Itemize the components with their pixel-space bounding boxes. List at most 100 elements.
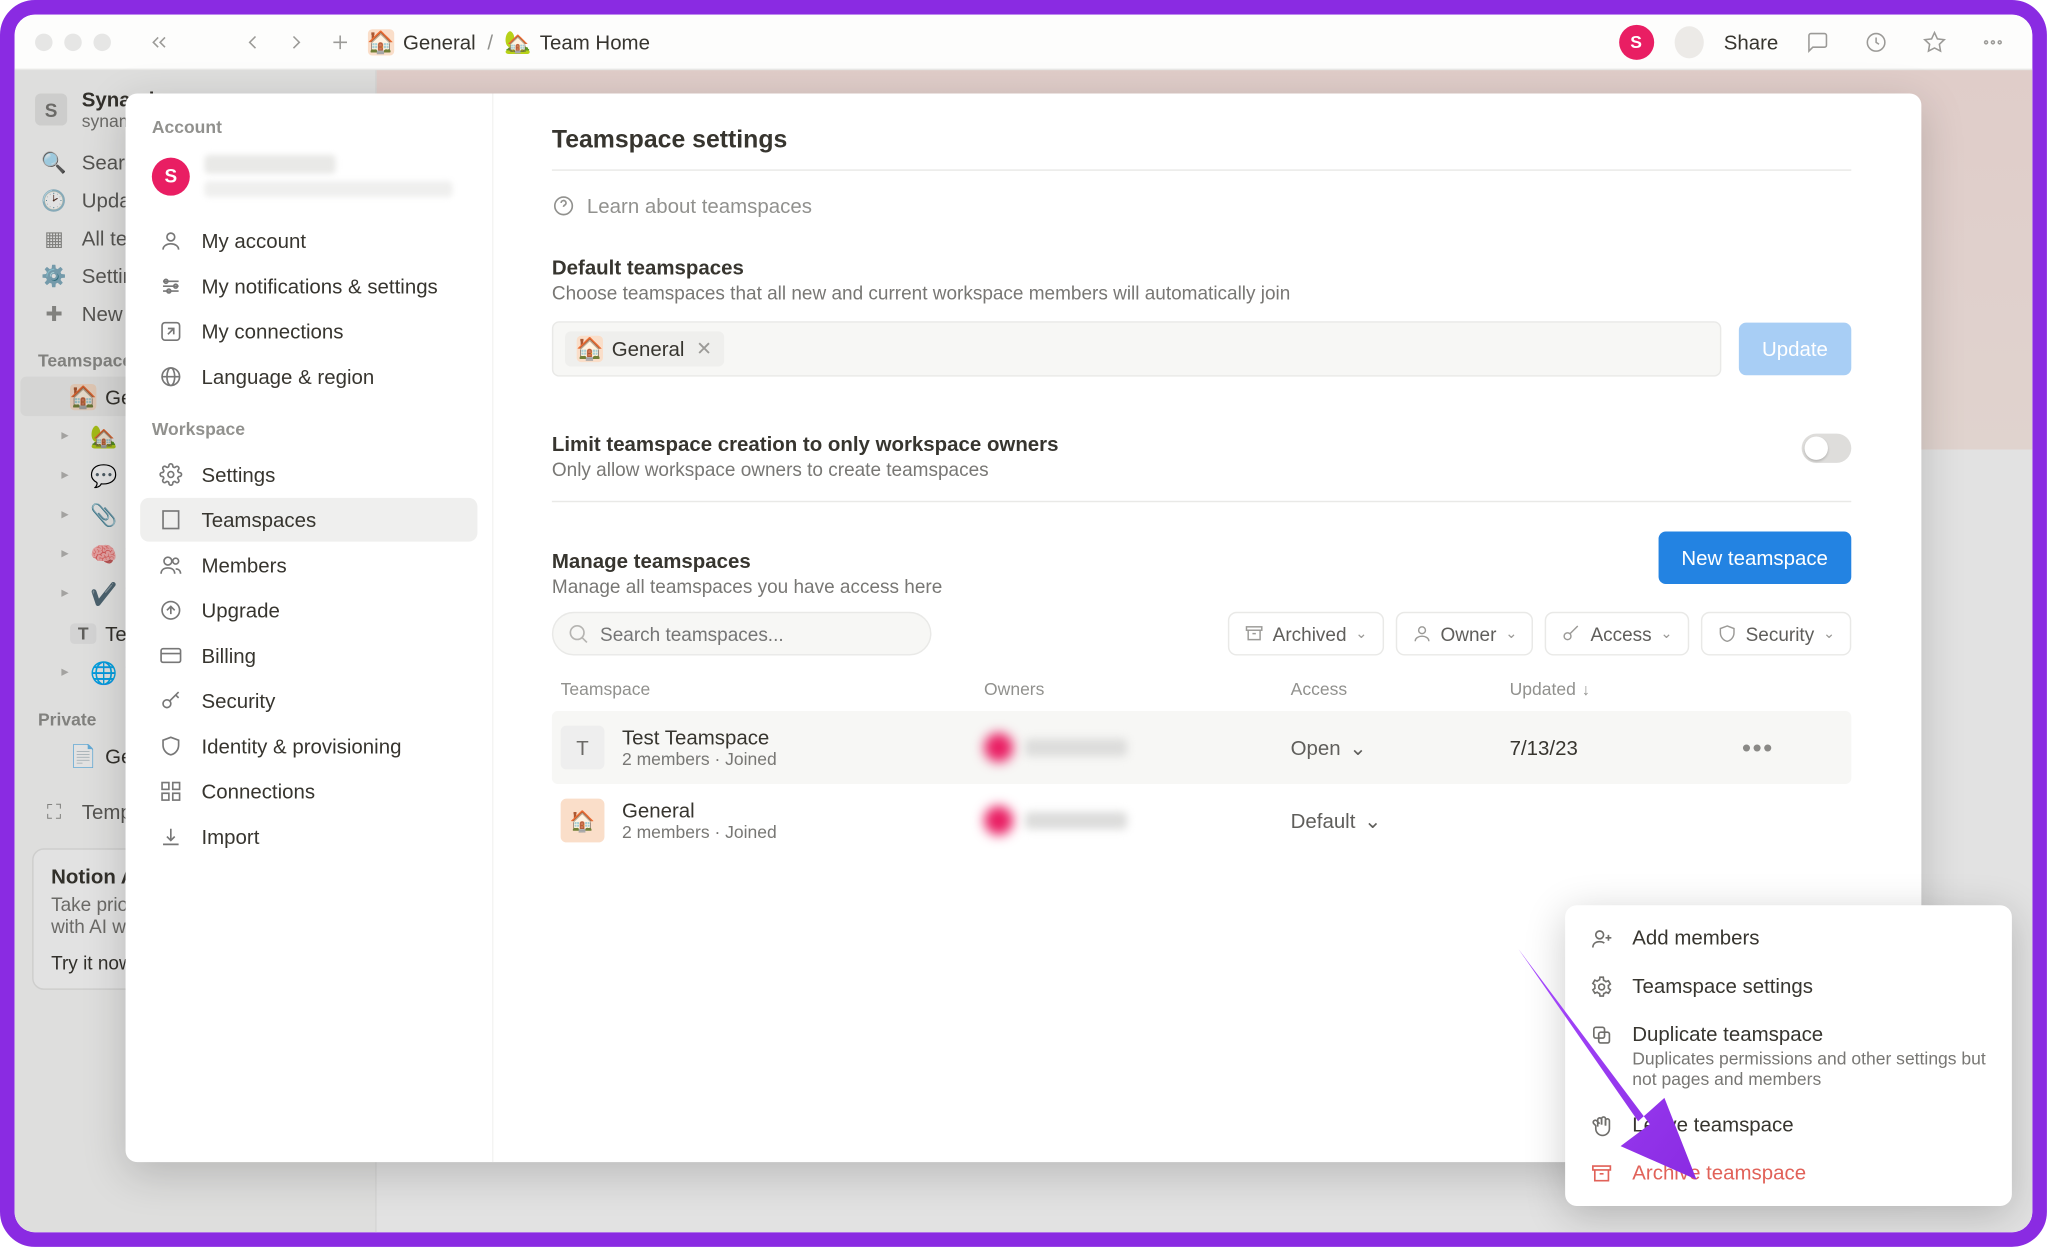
house-icon: 🏡 (505, 28, 531, 54)
chevron-down-icon: ⌄ (1349, 735, 1366, 760)
filter-security[interactable]: Security⌄ (1700, 612, 1851, 656)
modal-section-workspace: Workspace (137, 419, 480, 451)
gear-icon (158, 461, 184, 487)
teamspace-avatar: T (561, 726, 605, 770)
nav-members[interactable]: Members (140, 543, 477, 587)
archive-icon (1243, 623, 1263, 643)
filter-archived[interactable]: Archived⌄ (1227, 612, 1383, 656)
nav-settings[interactable]: Settings (140, 453, 477, 497)
col-owners[interactable]: Owners (984, 679, 1291, 699)
col-updated[interactable]: Updated↓ (1510, 679, 1729, 699)
chevron-down-icon: ⌄ (1364, 808, 1381, 833)
nav-teamspaces[interactable]: Teamspaces (140, 498, 477, 542)
modal-section-account: Account (137, 117, 480, 149)
manage-teamspaces-title: Manage teamspaces (552, 549, 942, 572)
archive-icon (1588, 1162, 1614, 1185)
sidebar-collapse-icon[interactable] (140, 23, 178, 61)
arrow-up-icon (158, 597, 184, 623)
help-icon (552, 194, 575, 217)
key-icon (158, 688, 184, 714)
person-icon (1411, 623, 1431, 643)
updated-date: 7/13/23 (1510, 736, 1729, 759)
close-dot[interactable] (35, 33, 53, 51)
access-dropdown[interactable]: Open⌄ (1291, 735, 1510, 760)
updates-icon[interactable] (1857, 23, 1895, 61)
page-title: Teamspace settings (552, 126, 1851, 155)
zoom-dot[interactable] (93, 33, 111, 51)
breadcrumb[interactable]: 🏠 General / 🏡 Team Home (368, 28, 650, 54)
owner-redacted (984, 806, 1291, 835)
nav-identity[interactable]: Identity & provisioning (140, 724, 477, 768)
filter-access[interactable]: Access⌄ (1545, 612, 1689, 656)
new-tab-icon[interactable] (324, 23, 356, 61)
default-teamspaces-title: Default teamspaces (552, 256, 1851, 279)
presence-avatar (1674, 26, 1703, 58)
nav-billing[interactable]: Billing (140, 634, 477, 678)
teamspace-avatar: 🏠 (561, 799, 605, 843)
nav-security[interactable]: Security (140, 679, 477, 723)
ctx-duplicate[interactable]: Duplicate teamspace Duplicates permissio… (1574, 1010, 2003, 1101)
table-row[interactable]: T Test Teamspace 2 members · Joined Open… (552, 711, 1851, 784)
copy-icon (1588, 1023, 1614, 1046)
access-dropdown[interactable]: Default⌄ (1291, 808, 1510, 833)
default-teamspaces-sub: Choose teamspaces that all new and curre… (552, 282, 1851, 304)
limit-creation-sub: Only allow workspace owners to create te… (552, 458, 1059, 480)
filter-owner[interactable]: Owner⌄ (1395, 612, 1533, 656)
nav-connections[interactable]: Connections (140, 769, 477, 813)
add-person-icon (1588, 927, 1614, 950)
breadcrumb-team-home[interactable]: Team Home (540, 30, 650, 53)
download-icon (158, 823, 184, 849)
nav-upgrade[interactable]: Upgrade (140, 588, 477, 632)
traffic-lights[interactable] (35, 33, 111, 51)
col-access[interactable]: Access (1291, 679, 1510, 699)
home-icon: 🏠 (368, 28, 394, 54)
modal-sidebar: Account S My account My notifications & … (126, 93, 494, 1162)
grid-icon (158, 778, 184, 804)
account-profile[interactable]: S (137, 149, 480, 218)
avatar[interactable]: S (1619, 24, 1654, 59)
teamspace-sub: 2 members · Joined (622, 822, 777, 842)
manage-teamspaces-sub: Manage all teamspaces you have access he… (552, 575, 942, 597)
nav-forward-icon[interactable] (280, 23, 312, 61)
row-more-button[interactable]: ••• (1729, 734, 1787, 760)
update-button[interactable]: Update (1739, 323, 1852, 376)
learn-link[interactable]: Learn about teamspaces (552, 171, 1851, 238)
default-teamspaces-field[interactable]: 🏠 General ✕ (552, 321, 1721, 376)
breadcrumb-general[interactable]: General (403, 30, 476, 53)
ctx-settings[interactable]: Teamspace settings (1574, 962, 2003, 1010)
col-teamspace[interactable]: Teamspace (561, 679, 984, 699)
shield-icon (158, 733, 184, 759)
share-button[interactable]: Share (1724, 30, 1779, 53)
ctx-add-members[interactable]: Add members (1574, 914, 2003, 962)
minimize-dot[interactable] (64, 33, 82, 51)
teamspace-sub: 2 members · Joined (622, 749, 777, 769)
more-icon[interactable] (1974, 23, 2012, 61)
ctx-archive[interactable]: Archive teamspace (1574, 1149, 2003, 1197)
nav-back-icon[interactable] (237, 23, 269, 61)
search-teamspaces-input[interactable] (552, 612, 932, 656)
teamspace-name: Test Teamspace (622, 726, 777, 749)
nav-my-account[interactable]: My account (140, 219, 477, 263)
window-titlebar: 🏠 General / 🏡 Team Home S Share (15, 15, 2033, 70)
nav-my-notifications[interactable]: My notifications & settings (140, 264, 477, 308)
row-context-menu: Add members Teamspace settings Duplicate… (1565, 905, 2012, 1206)
limit-creation-toggle[interactable] (1802, 433, 1852, 462)
wave-icon (1588, 1114, 1614, 1137)
nav-my-connections[interactable]: My connections (140, 310, 477, 354)
new-teamspace-button[interactable]: New teamspace (1658, 531, 1851, 584)
favorite-icon[interactable] (1916, 23, 1954, 61)
people-icon (158, 552, 184, 578)
remove-token-icon[interactable]: ✕ (696, 337, 712, 360)
building-icon (158, 507, 184, 533)
ctx-leave[interactable]: Leave teamspace (1574, 1101, 2003, 1149)
nav-language[interactable]: Language & region (140, 355, 477, 399)
gear-icon (1588, 975, 1614, 998)
home-icon: 🏠 (577, 336, 603, 362)
comments-icon[interactable] (1799, 23, 1837, 61)
key-icon (1561, 623, 1581, 643)
teamspace-name: General (622, 799, 777, 822)
search-icon (566, 622, 589, 650)
table-row[interactable]: 🏠 General 2 members · Joined Default⌄ (552, 784, 1851, 857)
teamspace-token[interactable]: 🏠 General ✕ (565, 331, 724, 366)
nav-import[interactable]: Import (140, 815, 477, 859)
